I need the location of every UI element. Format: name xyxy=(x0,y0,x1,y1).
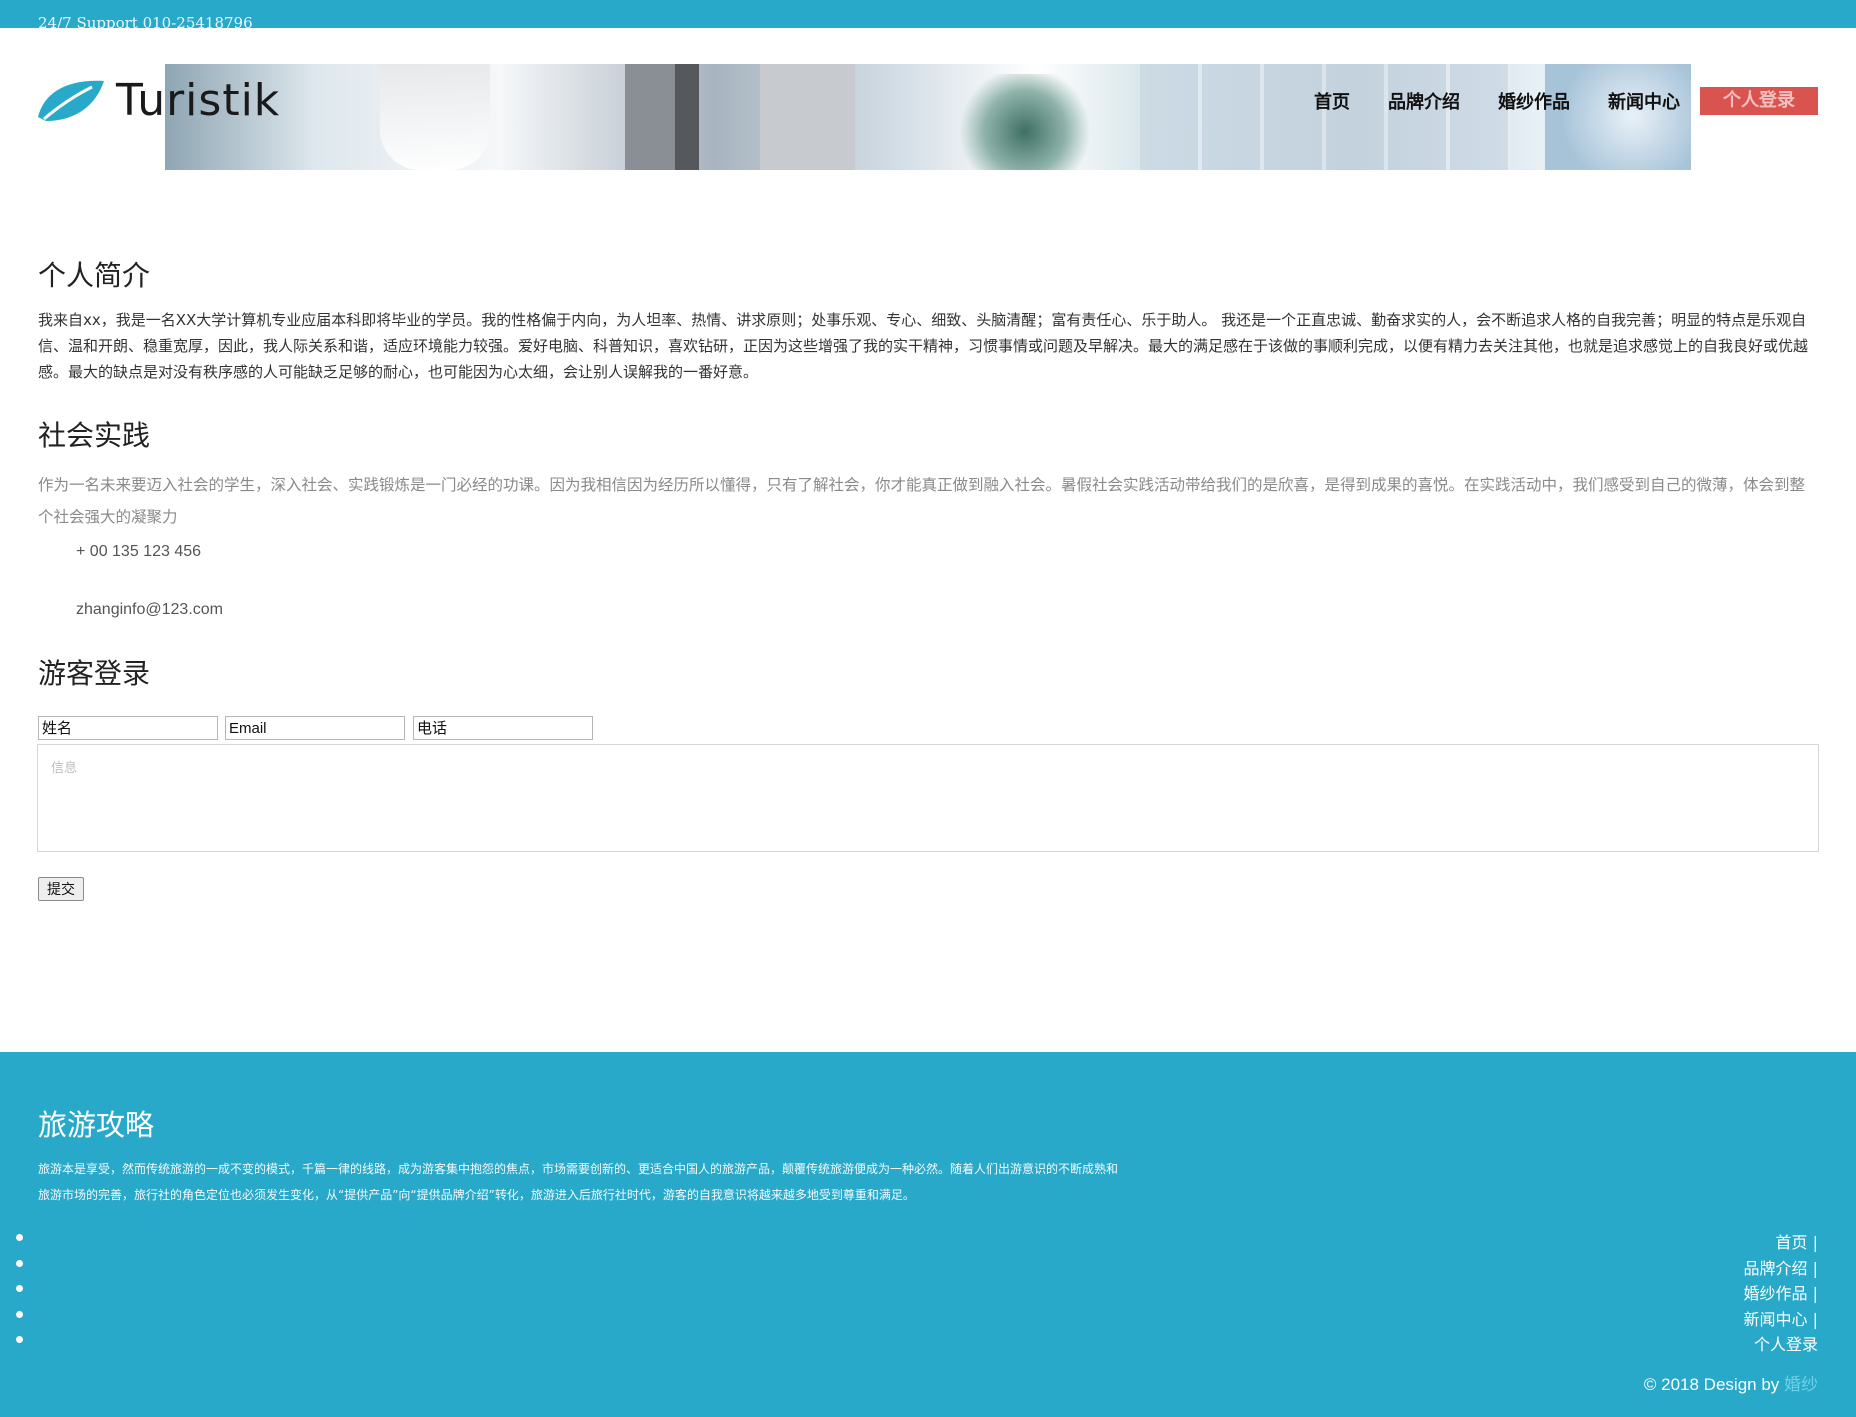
footer-link-home[interactable]: 首页 | xyxy=(1744,1230,1818,1256)
leaf-logo-icon xyxy=(38,80,104,121)
logo[interactable]: Turistik xyxy=(36,72,280,128)
copyright-text: © 2018 Design by xyxy=(1643,1375,1784,1394)
bullet-icon xyxy=(16,1259,23,1267)
copyright: © 2018 Design by 婚纱 xyxy=(1644,1370,1818,1395)
banner-image xyxy=(165,64,1691,170)
contact-email[interactable]: zhanginfo@123.com xyxy=(76,601,223,619)
bullet-icon xyxy=(16,1285,23,1292)
footer-bullet-list xyxy=(16,1234,23,1362)
main-nav: 首页 品牌介绍 婚纱作品 新闻中心 个人登录 xyxy=(1276,87,1818,115)
copyright-link[interactable]: 婚纱 xyxy=(1784,1375,1818,1394)
footer-nav: 首页 | 品牌介绍 | 婚纱作品 | 新闻中心 | 个人登录 xyxy=(1744,1230,1818,1358)
submit-button[interactable]: 提交 xyxy=(38,877,84,901)
email-input[interactable] xyxy=(225,716,405,740)
bullet-icon xyxy=(16,1336,23,1343)
footer-title: 旅游攻略 xyxy=(38,1108,155,1142)
guest-login-title: 游客登录 xyxy=(38,657,151,690)
phone-input[interactable] xyxy=(413,716,593,740)
top-bar: 24/7 Support 010-25418796 xyxy=(0,0,1856,32)
bullet-icon xyxy=(16,1234,23,1241)
practice-title: 社会实践 xyxy=(38,419,151,452)
contact-phone: + 00 135 123 456 xyxy=(76,543,202,560)
logo-text: Turistik xyxy=(116,74,281,126)
nav-login-button[interactable]: 个人登录 xyxy=(1700,87,1818,115)
footer: 旅游攻略 旅游本是享受，然而传统旅游的一成不变的模式，千篇一律的线路，成为游客集… xyxy=(0,1052,1856,1417)
footer-link-brand[interactable]: 品牌介绍 | xyxy=(1744,1256,1818,1282)
footer-text: 旅游本是享受，然而传统旅游的一成不变的模式，千篇一律的线路，成为游客集中抱怨的焦… xyxy=(38,1162,1119,1202)
nav-news[interactable]: 新闻中心 xyxy=(1608,88,1680,114)
footer-link-news[interactable]: 新闻中心 | xyxy=(1744,1307,1818,1333)
name-input[interactable] xyxy=(38,716,218,740)
bullet-icon xyxy=(16,1310,23,1318)
about-text: 我来自xx，我是一名XX大学计算机专业应届本科即将毕业的学员。我的性格偏于内向，… xyxy=(38,311,1809,381)
nav-works[interactable]: 婚纱作品 xyxy=(1498,88,1570,114)
header: Turistik 首页 品牌介绍 婚纱作品 新闻中心 个人登录 xyxy=(0,28,1856,170)
about-title: 个人简介 xyxy=(38,259,151,292)
nav-brand[interactable]: 品牌介绍 xyxy=(1388,88,1460,114)
footer-link-login[interactable]: 个人登录 xyxy=(1744,1332,1818,1358)
message-textarea[interactable] xyxy=(37,744,1819,852)
footer-link-works[interactable]: 婚纱作品 | xyxy=(1744,1281,1818,1307)
practice-text: 作为一名未来要迈入社会的学生，深入社会、实践锻炼是一门必经的功课。因为我相信因为… xyxy=(38,476,1806,526)
nav-home[interactable]: 首页 xyxy=(1314,88,1350,114)
